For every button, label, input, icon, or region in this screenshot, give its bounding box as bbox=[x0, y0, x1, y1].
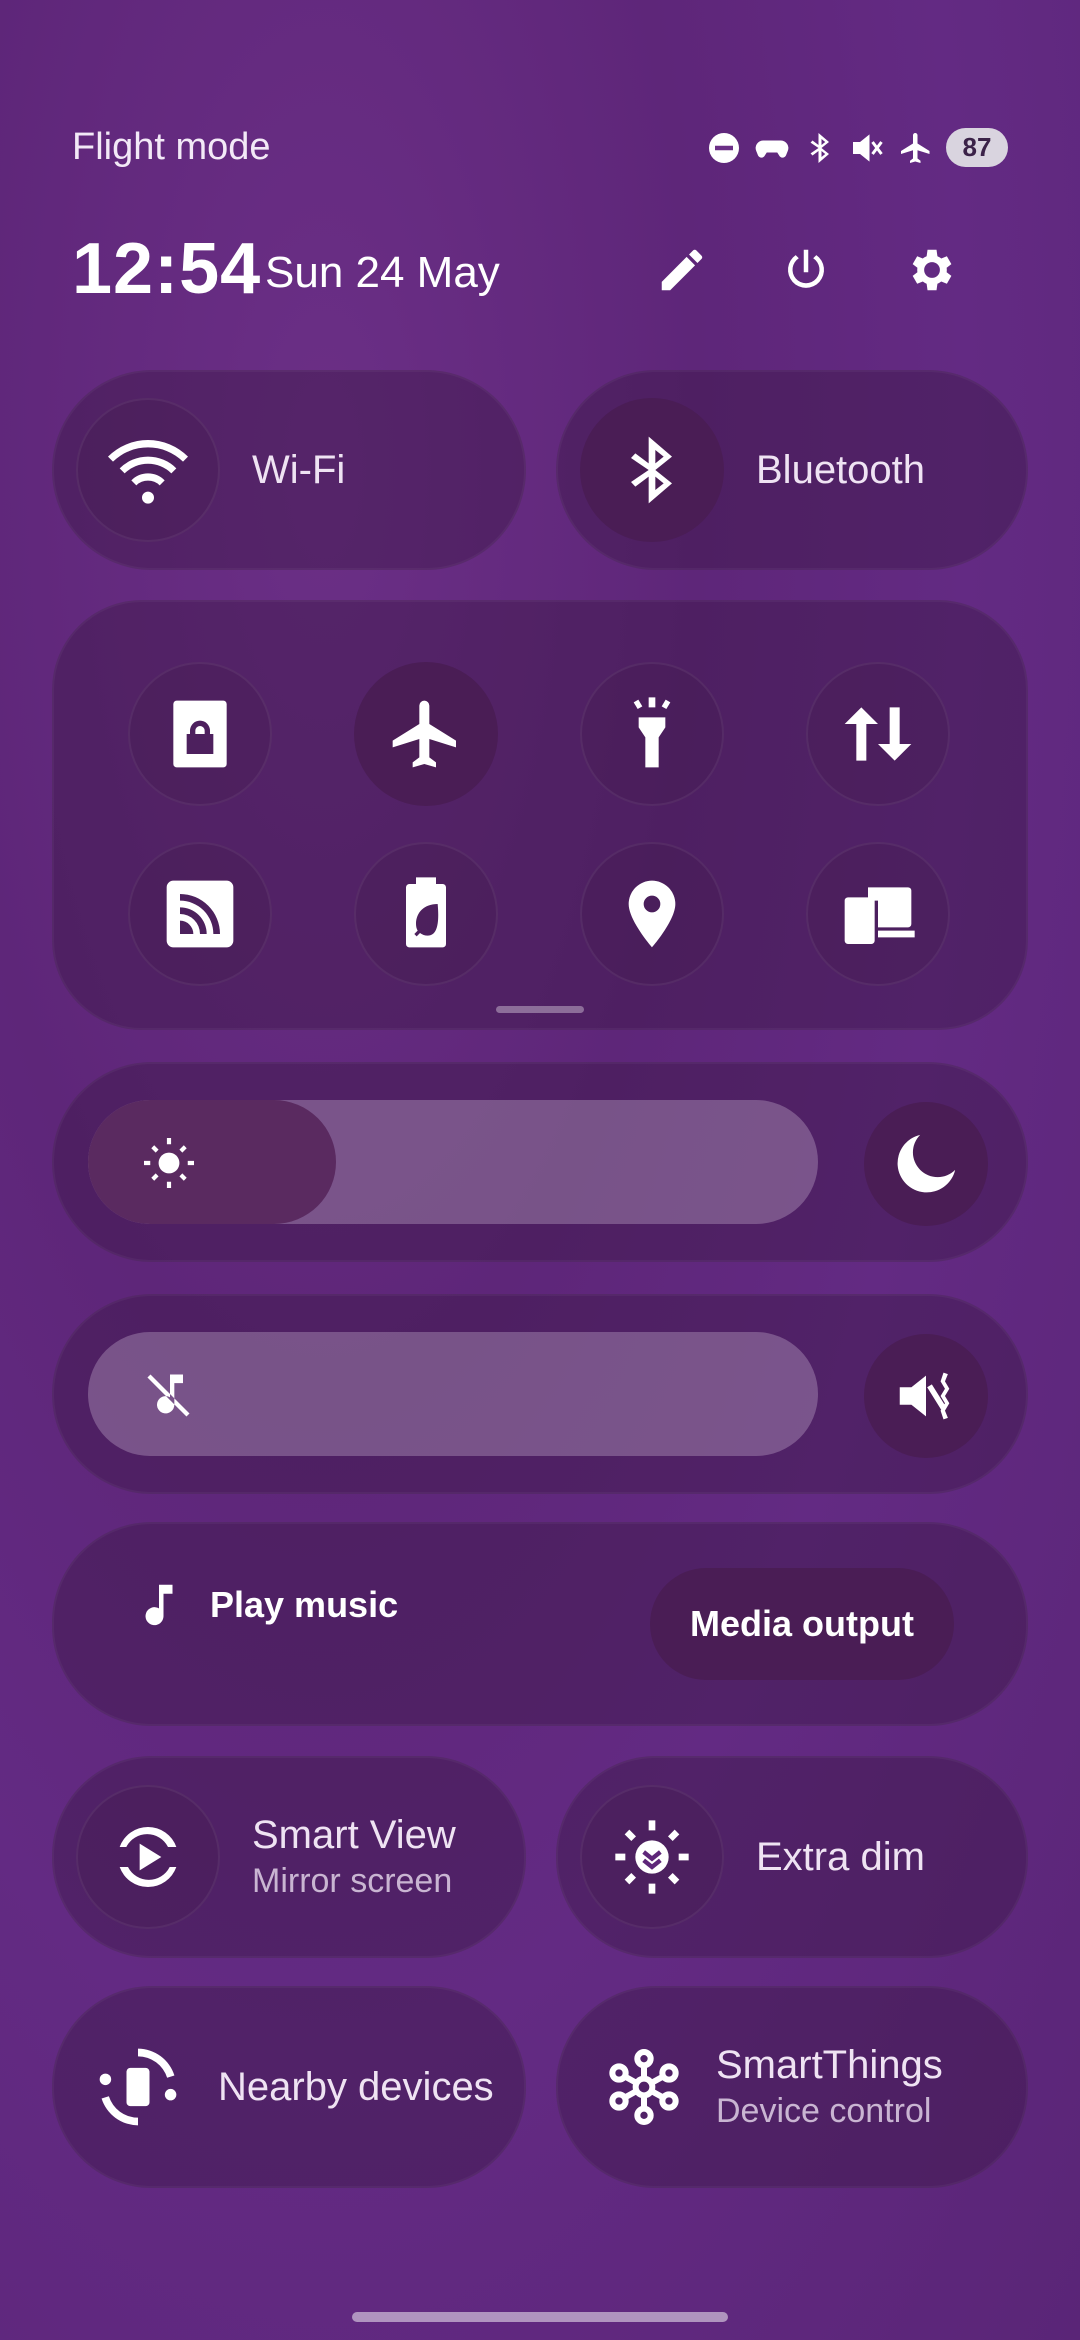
tile-smart-view[interactable]: Smart View Mirror screen bbox=[52, 1756, 526, 1958]
media-output-button[interactable]: Media output bbox=[650, 1568, 954, 1680]
airplane-icon bbox=[901, 132, 930, 163]
status-icons: 87 bbox=[706, 128, 1008, 167]
volume-slider[interactable] bbox=[88, 1332, 818, 1456]
clock-date[interactable]: Sun 24 May bbox=[265, 248, 500, 298]
nearby-devices-label: Nearby devices bbox=[218, 2064, 494, 2109]
power-button[interactable] bbox=[776, 240, 836, 300]
airplane-mode-toggle[interactable] bbox=[354, 662, 498, 806]
cast-icon bbox=[166, 880, 234, 948]
brightness-slider-card bbox=[52, 1062, 1028, 1262]
device-connect-toggle[interactable] bbox=[806, 842, 950, 986]
muted-note-icon bbox=[147, 1374, 190, 1417]
power-icon bbox=[788, 249, 824, 288]
cast-toggle[interactable] bbox=[128, 842, 272, 986]
sun-icon bbox=[144, 1138, 194, 1188]
flashlight-icon bbox=[633, 697, 671, 768]
power-saving-toggle[interactable] bbox=[354, 842, 498, 986]
airplane-mode-icon bbox=[392, 700, 456, 768]
battery-level: 87 bbox=[946, 128, 1008, 167]
panel-drag-handle[interactable] bbox=[496, 1006, 584, 1013]
mobile-data-icon bbox=[844, 707, 912, 761]
device-connect-icon bbox=[844, 887, 915, 944]
bluetooth-icon bbox=[631, 436, 672, 504]
flashlight-toggle[interactable] bbox=[580, 662, 724, 806]
extra-dim-label: Extra dim bbox=[756, 1834, 925, 1879]
location-toggle[interactable] bbox=[580, 842, 724, 986]
screen-lock-icon bbox=[173, 700, 227, 768]
tile-extra-dim[interactable]: Extra dim bbox=[556, 1756, 1028, 1958]
night-mode-icon bbox=[897, 1134, 956, 1193]
smart-view-toggle[interactable] bbox=[76, 1785, 220, 1929]
extra-dim-icon bbox=[615, 1820, 689, 1894]
clock-time[interactable]: 12:54 bbox=[72, 228, 261, 310]
tile-smartthings[interactable]: SmartThings Device control bbox=[556, 1986, 1028, 2188]
wifi-toggle[interactable] bbox=[76, 398, 220, 542]
settings-icon bbox=[912, 249, 952, 291]
bluetooth-toggle[interactable] bbox=[580, 398, 724, 542]
smartthings-sublabel: Device control bbox=[716, 2092, 932, 2130]
tile-wifi[interactable]: Wi-Fi bbox=[52, 370, 526, 570]
mute-icon bbox=[853, 133, 883, 162]
night-mode-button[interactable] bbox=[864, 1102, 988, 1226]
tile-bluetooth[interactable]: Bluetooth bbox=[556, 370, 1028, 570]
smart-view-icon bbox=[119, 1827, 177, 1887]
brightness-fill bbox=[88, 1100, 337, 1224]
header-actions bbox=[652, 240, 960, 300]
brightness-slider[interactable] bbox=[88, 1100, 818, 1224]
media-card: Play music Media output bbox=[52, 1522, 1028, 1726]
gamepad-icon bbox=[755, 140, 789, 158]
edit-button[interactable] bbox=[652, 240, 712, 300]
screen-lock-toggle[interactable] bbox=[128, 662, 272, 806]
smart-view-sublabel: Mirror screen bbox=[252, 1862, 453, 1900]
tile-nearby-devices[interactable]: Nearby devices bbox=[52, 1986, 526, 2188]
smart-view-label: Smart View bbox=[252, 1813, 456, 1857]
nearby-devices-icon bbox=[99, 2048, 177, 2126]
bluetooth-icon bbox=[810, 132, 829, 163]
location-icon bbox=[628, 880, 676, 948]
settings-button[interactable] bbox=[900, 240, 960, 300]
smartthings-label: SmartThings bbox=[716, 2043, 943, 2087]
edit-icon bbox=[661, 249, 703, 291]
wifi-icon bbox=[108, 440, 188, 504]
vibrate-off-icon bbox=[899, 1372, 950, 1420]
volume-slider-card bbox=[52, 1294, 1028, 1494]
extra-dim-toggle[interactable] bbox=[580, 1785, 724, 1929]
play-music-label: Play music bbox=[210, 1584, 399, 1625]
power-saving-icon bbox=[406, 877, 446, 948]
dnd-icon bbox=[709, 132, 739, 163]
smartthings-icon bbox=[609, 2049, 679, 2125]
wifi-label: Wi-Fi bbox=[252, 447, 346, 492]
quick-toggle-panel bbox=[52, 600, 1028, 1030]
music-note-icon bbox=[145, 1584, 173, 1626]
bluetooth-label: Bluetooth bbox=[756, 447, 926, 492]
status-mode-label: Flight mode bbox=[72, 126, 271, 168]
play-music-button[interactable]: Play music bbox=[132, 1578, 398, 1632]
mobile-data-toggle[interactable] bbox=[806, 662, 950, 806]
home-gesture-bar[interactable] bbox=[352, 2312, 728, 2322]
sound-mode-button[interactable] bbox=[864, 1334, 988, 1458]
